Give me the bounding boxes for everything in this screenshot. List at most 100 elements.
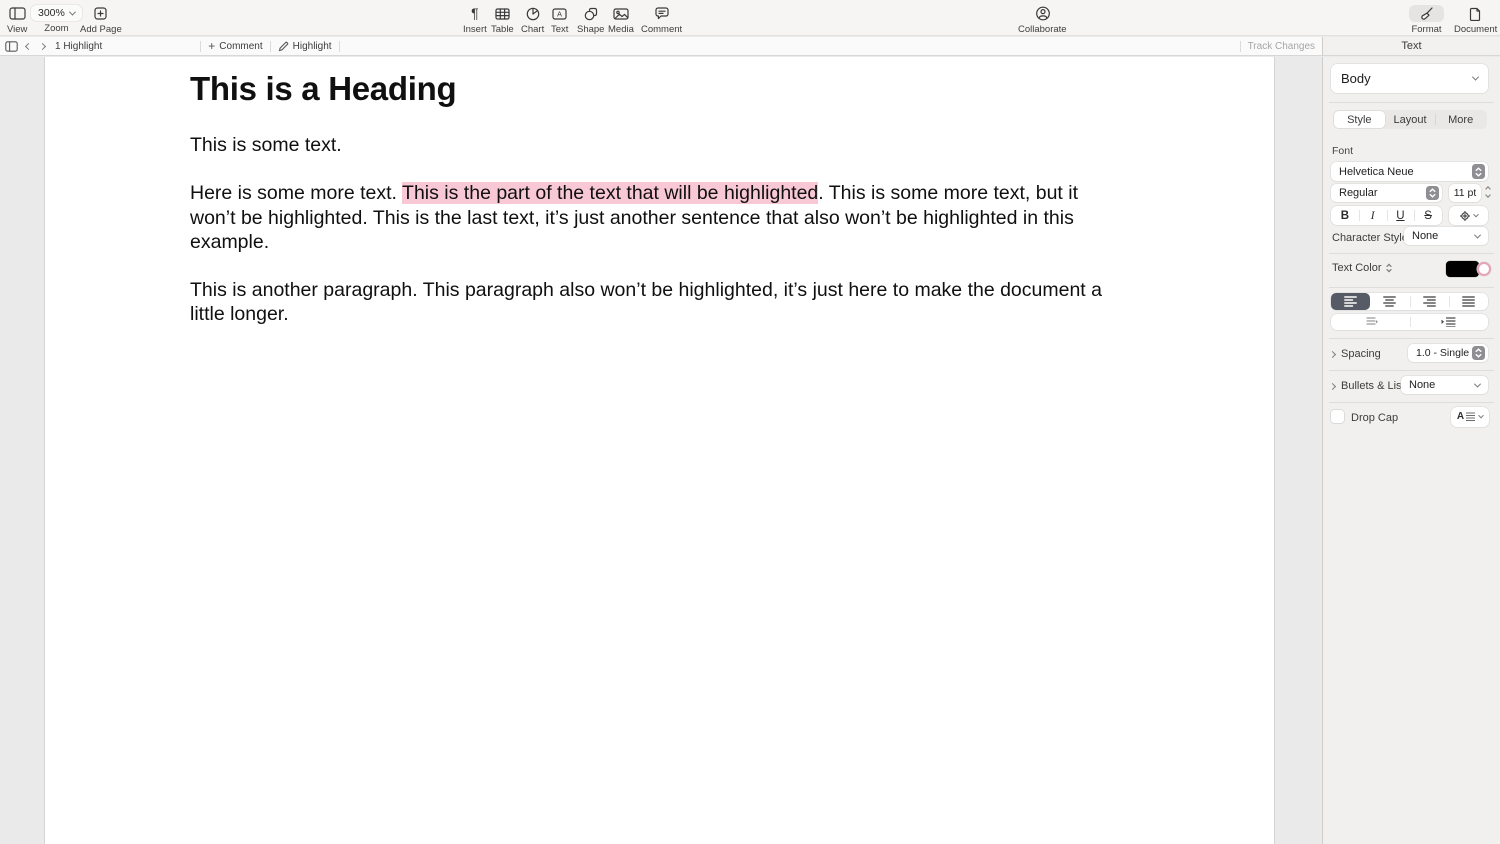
advanced-text-options-button[interactable] — [1449, 206, 1488, 225]
align-justify-button[interactable] — [1449, 293, 1488, 310]
text-color-swatch[interactable] — [1446, 261, 1479, 277]
font-family-select[interactable]: Helvetica Neue — [1331, 162, 1488, 181]
format-label: Format — [1411, 24, 1441, 35]
format-button[interactable]: Format — [1409, 5, 1444, 35]
paragraph-1: This is some text. — [190, 133, 1123, 157]
bullets-lists-label: Bullets & Lists — [1341, 380, 1410, 392]
next-highlight-icon[interactable] — [39, 42, 46, 49]
chart-button[interactable]: Chart — [521, 5, 544, 35]
highlight-button[interactable]: Highlight — [278, 41, 332, 52]
align-center-button[interactable] — [1370, 293, 1409, 310]
spacing-dropdown[interactable]: 1.0 - Single — [1408, 344, 1488, 362]
add-page-button[interactable]: Add Page — [80, 5, 122, 35]
chevron-down-icon — [1478, 413, 1484, 419]
document-label: Document — [1454, 24, 1497, 35]
table-label: Table — [491, 24, 514, 35]
paragraph-1-text: This is some text. — [190, 134, 342, 156]
font-size-field[interactable]: 11 pt — [1449, 184, 1481, 202]
highlight-count: 1 Highlight — [55, 41, 102, 52]
highlights-panel-toggle[interactable] — [5, 41, 18, 52]
zoom-value-button[interactable]: 300% — [31, 5, 82, 21]
paragraph-style-dropdown[interactable]: Body — [1331, 64, 1488, 93]
drop-cap-icon: A — [1457, 412, 1475, 423]
comment-icon — [655, 5, 669, 22]
divider — [1329, 287, 1494, 288]
table-button[interactable]: Table — [491, 5, 514, 35]
tab-style[interactable]: Style — [1334, 111, 1385, 128]
spacing-label: Spacing — [1341, 348, 1381, 360]
character-styles-dropdown[interactable]: None — [1404, 227, 1488, 245]
insert-button[interactable]: ¶ Insert — [463, 5, 487, 35]
spacing-value: 1.0 - Single — [1416, 347, 1469, 359]
collaborate-button[interactable]: Collaborate — [1018, 5, 1067, 35]
add-comment-button[interactable]: + Comment — [208, 39, 262, 53]
document-button[interactable]: Document — [1454, 5, 1497, 35]
chart-label: Chart — [521, 24, 544, 35]
collaborate-label: Collaborate — [1018, 24, 1067, 35]
character-styles-label: Character Styles — [1332, 232, 1413, 244]
zoom-control[interactable]: 300% Zoom — [31, 5, 82, 34]
page-content[interactable]: This is a Heading This is some text. Her… — [45, 57, 1274, 327]
view-button[interactable]: View — [7, 5, 27, 35]
paragraph-2-pre: Here is some more text. — [190, 182, 402, 204]
divider — [200, 41, 201, 52]
drop-cap-label: Drop Cap — [1351, 412, 1398, 424]
track-changes-label: Track Changes — [1248, 41, 1315, 52]
add-page-label: Add Page — [80, 24, 122, 35]
highlighted-text[interactable]: This is the part of the text that will b… — [402, 182, 818, 204]
insert-label: Insert — [463, 24, 487, 35]
paragraph-style-value: Body — [1341, 71, 1371, 86]
color-wheel-button[interactable] — [1477, 262, 1491, 276]
text-label: Text — [551, 24, 568, 35]
updown-icon — [1386, 263, 1392, 273]
add-page-icon — [94, 5, 107, 22]
paragraph-2: Here is some more text. This is the part… — [190, 181, 1123, 254]
text-box-icon: A — [552, 5, 567, 22]
plus-icon: + — [208, 39, 215, 53]
align-right-button[interactable] — [1410, 293, 1449, 310]
font-size-value: 11 pt — [1454, 187, 1477, 199]
tab-more[interactable]: More — [1435, 111, 1486, 128]
character-styles-value: None — [1412, 230, 1438, 242]
drop-cap-style-button[interactable]: A — [1451, 407, 1489, 427]
view-sidebar-icon — [9, 5, 26, 22]
shape-button[interactable]: Shape — [577, 5, 604, 35]
chart-icon — [526, 5, 540, 22]
alignment-buttons — [1331, 293, 1488, 310]
spacing-disclosure-icon[interactable] — [1329, 351, 1336, 358]
align-left-button[interactable] — [1331, 293, 1370, 310]
decrease-indent-button[interactable] — [1331, 314, 1410, 330]
bullets-disclosure-icon[interactable] — [1329, 383, 1336, 390]
document-canvas: This is a Heading This is some text. Her… — [0, 57, 1322, 844]
font-style-buttons: B I U S — [1331, 206, 1442, 225]
zoom-label: Zoom — [44, 23, 68, 34]
chevron-down-icon — [69, 8, 76, 15]
add-comment-label: Comment — [219, 41, 262, 52]
media-button[interactable]: Media — [608, 5, 634, 35]
divider — [1240, 41, 1241, 52]
text-button[interactable]: A Text — [551, 5, 568, 35]
page[interactable]: This is a Heading This is some text. Her… — [44, 57, 1275, 844]
increase-indent-button[interactable] — [1410, 314, 1489, 330]
font-weight-select[interactable]: Regular — [1331, 184, 1442, 202]
tab-layout[interactable]: Layout — [1385, 111, 1436, 128]
chevron-down-icon — [1473, 211, 1479, 217]
comment-button[interactable]: Comment — [641, 5, 682, 35]
chevron-down-icon — [1474, 231, 1481, 238]
chevron-down-icon — [1472, 74, 1479, 81]
previous-highlight-icon[interactable] — [25, 42, 32, 49]
media-icon — [613, 5, 629, 22]
table-icon — [495, 5, 510, 22]
drop-cap-checkbox[interactable] — [1331, 410, 1344, 423]
indent-buttons — [1331, 314, 1488, 330]
view-label: View — [7, 24, 27, 35]
paragraph-3: This is another paragraph. This paragrap… — [190, 278, 1123, 327]
bullets-lists-dropdown[interactable]: None — [1401, 376, 1488, 394]
strikethrough-button[interactable]: S — [1414, 206, 1442, 225]
italic-button[interactable]: I — [1359, 206, 1387, 225]
divider — [1329, 253, 1494, 254]
font-size-stepper[interactable] — [1486, 187, 1490, 197]
bold-button[interactable]: B — [1331, 206, 1359, 225]
underline-button[interactable]: U — [1387, 206, 1415, 225]
divider — [1329, 102, 1494, 103]
